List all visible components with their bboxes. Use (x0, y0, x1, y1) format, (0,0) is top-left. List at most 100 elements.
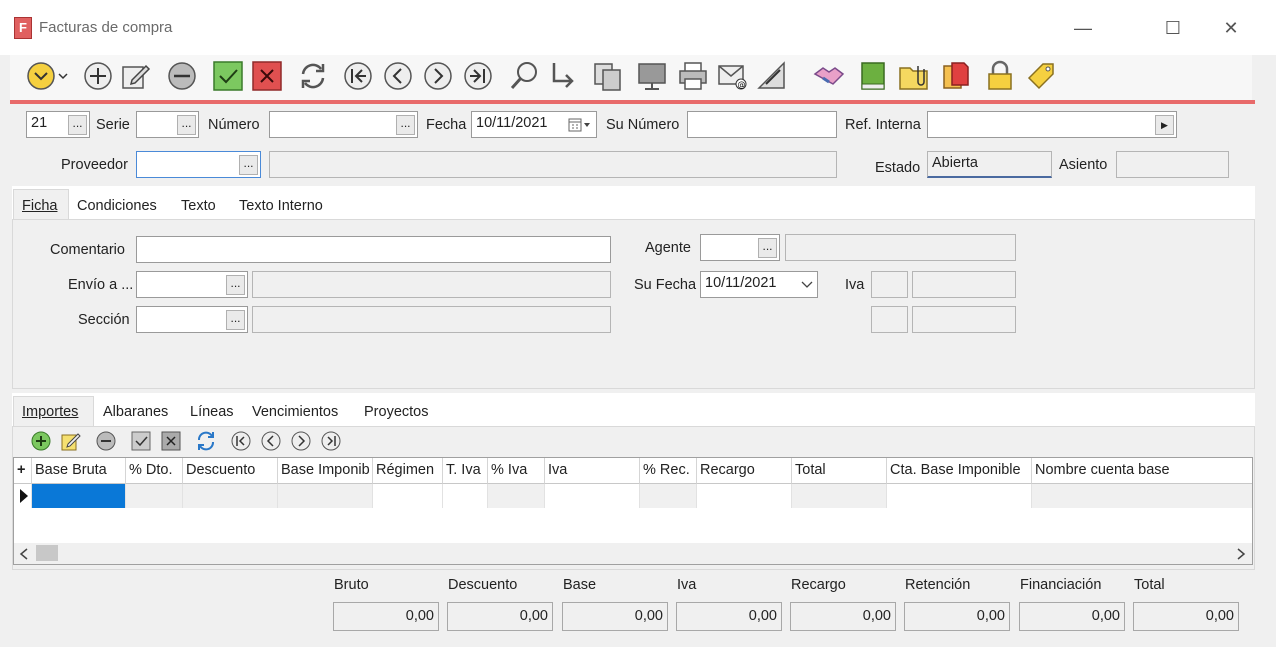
column-header[interactable]: Régimen (373, 458, 443, 484)
tab-proyectos[interactable]: Proyectos (364, 404, 428, 420)
serie-field[interactable]: ... (136, 111, 199, 138)
ref-interna-arrow-button[interactable]: ▶ (1155, 115, 1174, 135)
minimize-button[interactable]: — (1060, 14, 1106, 42)
tag-icon[interactable] (1025, 60, 1057, 92)
maximize-button[interactable]: ☐ (1150, 14, 1196, 42)
importes-grid[interactable]: + Base Bruta % Dto. Descuento Base Impon… (13, 457, 1253, 565)
cancel-icon[interactable] (251, 60, 283, 92)
serie-lookup-button[interactable]: ... (177, 115, 196, 135)
column-header[interactable]: Cta. Base Imponible (887, 458, 1032, 484)
cancel-line-icon[interactable] (160, 430, 182, 452)
proveedor-lookup-button[interactable]: ... (239, 155, 258, 175)
handshake-icon[interactable] (813, 60, 845, 92)
tab-vencimientos[interactable]: Vencimientos (252, 404, 338, 420)
tab-ficha[interactable]: Ficha (22, 198, 57, 214)
horizontal-scrollbar[interactable] (14, 543, 1252, 564)
scroll-thumb[interactable] (36, 545, 58, 561)
comentario-field[interactable] (136, 236, 611, 263)
tab-texto[interactable]: Texto (181, 198, 216, 214)
grid-cell[interactable] (373, 484, 443, 508)
grid-cell[interactable] (887, 484, 1032, 508)
print-icon[interactable] (677, 60, 709, 92)
id-lookup-button[interactable]: ... (68, 115, 87, 135)
accept-icon[interactable] (212, 60, 244, 92)
email-icon[interactable]: @ (716, 60, 748, 92)
tab-condiciones[interactable]: Condiciones (77, 198, 157, 214)
grid-cell[interactable] (640, 484, 697, 508)
options-dropdown-icon[interactable] (25, 60, 71, 92)
preview-icon[interactable] (636, 60, 668, 92)
agente-field[interactable]: ... (700, 234, 780, 261)
envio-lookup-button[interactable]: ... (226, 275, 245, 295)
search-icon[interactable] (508, 60, 540, 92)
numero-lookup-button[interactable]: ... (396, 115, 415, 135)
column-header[interactable]: Base Imponib (278, 458, 373, 484)
column-header[interactable]: % Dto. (126, 458, 183, 484)
last-record-icon[interactable] (462, 60, 494, 92)
column-header[interactable]: Iva (545, 458, 640, 484)
grid-cell[interactable] (1032, 484, 1252, 508)
previous-line-icon[interactable] (260, 430, 282, 452)
column-header[interactable]: % Iva (488, 458, 545, 484)
column-header[interactable]: Total (792, 458, 887, 484)
refresh-icon[interactable] (297, 60, 329, 92)
grid-cell-selected[interactable] (32, 484, 126, 508)
design-icon[interactable] (756, 60, 788, 92)
numero-field[interactable]: ... (269, 111, 418, 138)
su-fecha-field[interactable]: 10/11/2021 (700, 271, 818, 298)
proveedor-field[interactable]: ... (136, 151, 261, 178)
row-indicator[interactable] (14, 484, 32, 508)
next-record-icon[interactable] (422, 60, 454, 92)
column-header[interactable]: Recargo (697, 458, 792, 484)
folder-attach-icon[interactable] (898, 60, 930, 92)
tab-albaranes[interactable]: Albaranes (103, 404, 168, 420)
grid-cell[interactable] (697, 484, 792, 508)
tab-lineas[interactable]: Líneas (190, 404, 234, 420)
edit-icon[interactable] (120, 60, 152, 92)
next-line-icon[interactable] (290, 430, 312, 452)
column-header[interactable]: % Rec. (640, 458, 697, 484)
calendar-dropdown-icon[interactable] (568, 117, 592, 133)
scroll-left-icon[interactable] (19, 548, 29, 560)
su-numero-field[interactable] (687, 111, 837, 138)
grid-cell[interactable] (443, 484, 488, 508)
previous-record-icon[interactable] (382, 60, 414, 92)
column-header[interactable]: Descuento (183, 458, 278, 484)
grid-cell[interactable] (183, 484, 278, 508)
book-icon[interactable] (857, 60, 889, 92)
envio-field[interactable]: ... (136, 271, 248, 298)
fecha-field[interactable]: 10/11/2021 (471, 111, 597, 138)
seccion-lookup-button[interactable]: ... (226, 310, 245, 330)
seccion-field[interactable]: ... (136, 306, 248, 333)
tab-texto-interno[interactable]: Texto Interno (239, 198, 323, 214)
grid-cell[interactable] (488, 484, 545, 508)
first-record-icon[interactable] (342, 60, 374, 92)
agente-lookup-button[interactable]: ... (758, 238, 777, 258)
tab-importes[interactable]: Importes (22, 404, 78, 420)
first-line-icon[interactable] (230, 430, 252, 452)
grid-cell[interactable] (126, 484, 183, 508)
ref-interna-field[interactable]: ▶ (927, 111, 1177, 138)
grid-cell[interactable] (792, 484, 887, 508)
column-header[interactable]: Base Bruta (32, 458, 126, 484)
grid-add-column[interactable]: + (14, 458, 32, 484)
delete-icon[interactable] (166, 60, 198, 92)
delete-line-icon[interactable] (95, 430, 117, 452)
refresh-lines-icon[interactable] (195, 430, 217, 452)
close-window-button[interactable]: ✕ (1208, 14, 1254, 42)
column-header[interactable]: T. Iva (443, 458, 488, 484)
edit-line-icon[interactable] (60, 430, 82, 452)
grid-cell[interactable] (545, 484, 640, 508)
accept-line-icon[interactable] (130, 430, 152, 452)
scroll-right-icon[interactable] (1236, 548, 1246, 560)
add-line-icon[interactable] (30, 430, 52, 452)
last-line-icon[interactable] (320, 430, 342, 452)
copy-icon[interactable] (592, 60, 624, 92)
goto-icon[interactable] (546, 60, 578, 92)
add-icon[interactable] (82, 60, 114, 92)
chevron-down-icon[interactable] (801, 280, 813, 290)
lock-icon[interactable] (984, 60, 1016, 92)
id-field[interactable]: 21... (26, 111, 90, 138)
column-header[interactable]: Nombre cuenta base (1032, 458, 1252, 484)
documents-icon[interactable] (940, 60, 972, 92)
